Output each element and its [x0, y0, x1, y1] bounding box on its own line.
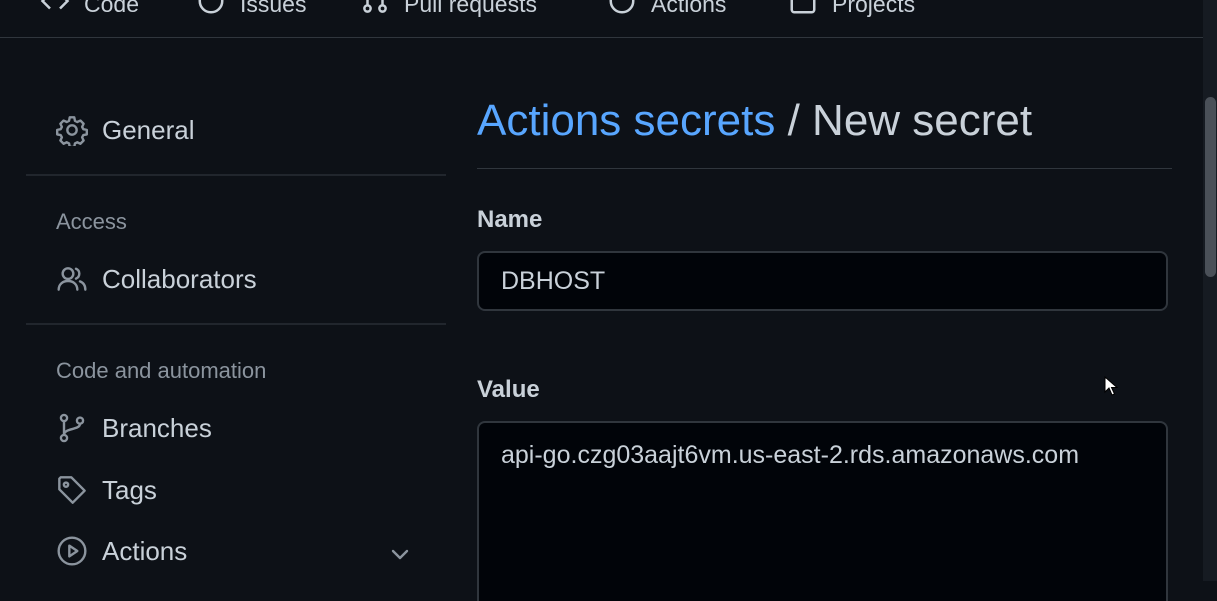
secret-value-textarea[interactable]: api-go.czg03aajt6vm.us-east-2.rds.amazon… [477, 421, 1168, 601]
play-icon [56, 535, 88, 567]
title-divider [477, 168, 1172, 169]
tab-actions-label: Actions [651, 0, 727, 17]
sidebar-item-label: Tags [102, 474, 157, 505]
sidebar-item-label: General [102, 114, 195, 145]
tab-pull-requests-label: Pull requests [404, 0, 537, 17]
repo-nav: Code Issues Pull requests Actions Projec… [0, 0, 1203, 38]
tag-icon [56, 474, 88, 506]
breadcrumb-separator: / [787, 96, 800, 145]
play-icon [607, 0, 637, 22]
gear-icon [56, 114, 88, 146]
tab-projects[interactable]: Projects [788, 0, 915, 22]
scrollbar-thumb[interactable] [1205, 97, 1216, 277]
issue-icon [196, 0, 226, 22]
branch-icon [56, 412, 88, 444]
sidebar-item-label: Collaborators [102, 263, 257, 294]
tab-issues-label: Issues [240, 0, 307, 17]
page-title: Actions secrets / New secret [477, 96, 1032, 146]
scrollbar-track[interactable] [1203, 0, 1217, 581]
breadcrumb-actions-secrets[interactable]: Actions secrets [477, 96, 775, 145]
sidebar-item-actions[interactable]: Actions [56, 535, 187, 567]
code-icon [40, 0, 70, 22]
chevron-down-icon[interactable] [388, 542, 412, 566]
people-icon [56, 263, 88, 295]
section-label-access: Access [56, 209, 127, 234]
mouse-cursor-icon [1104, 376, 1118, 396]
tab-code-label: Code [84, 0, 139, 17]
sidebar-divider [26, 174, 446, 176]
secret-name-input[interactable]: DBHOST [477, 251, 1168, 311]
sidebar-divider [26, 323, 446, 325]
tab-actions[interactable]: Actions [607, 0, 726, 22]
tab-projects-label: Projects [832, 0, 916, 17]
sidebar-item-general[interactable]: General [56, 114, 195, 146]
tab-code[interactable]: Code [40, 0, 139, 22]
sidebar-item-collaborators[interactable]: Collaborators [56, 263, 257, 295]
tab-pull-requests[interactable]: Pull requests [360, 0, 537, 22]
sidebar-item-tags[interactable]: Tags [56, 474, 157, 506]
value-label: Value [477, 376, 540, 403]
sidebar-item-label: Branches [102, 412, 212, 443]
name-label: Name [477, 206, 543, 233]
pull-request-icon [360, 0, 390, 22]
project-icon [788, 0, 818, 22]
sidebar-item-label: Actions [102, 535, 188, 566]
section-label-code-automation: Code and automation [56, 358, 267, 383]
tab-issues[interactable]: Issues [196, 0, 306, 22]
sidebar-item-branches[interactable]: Branches [56, 412, 212, 444]
breadcrumb-current: New secret [812, 96, 1033, 145]
